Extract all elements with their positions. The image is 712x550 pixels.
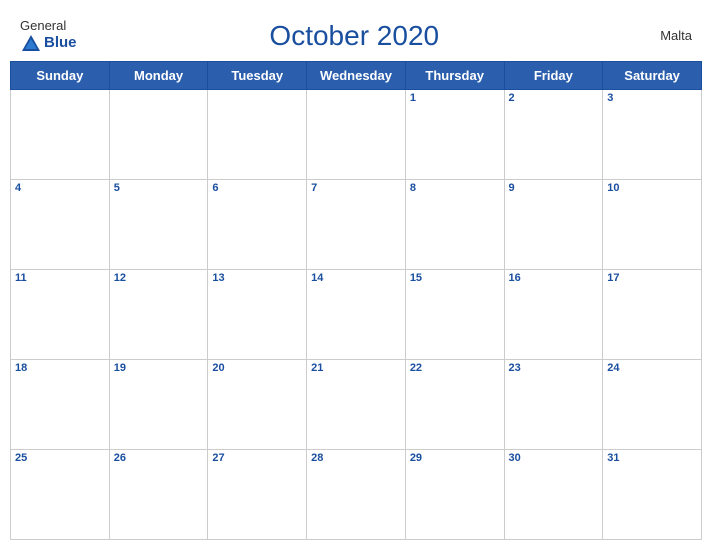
- calendar-cell: 26: [109, 450, 208, 540]
- calendar-cell: 13: [208, 270, 307, 360]
- calendar-cell: 19: [109, 360, 208, 450]
- calendar-cell: 12: [109, 270, 208, 360]
- header-saturday: Saturday: [603, 62, 702, 90]
- day-number: 12: [114, 272, 204, 284]
- calendar-cell: 10: [603, 180, 702, 270]
- calendar-cell: 4: [11, 180, 110, 270]
- day-number: 10: [607, 182, 697, 194]
- week-row-1: 123: [11, 90, 702, 180]
- day-number: 3: [607, 92, 697, 104]
- calendar-cell: 25: [11, 450, 110, 540]
- day-number: 7: [311, 182, 401, 194]
- day-number: 16: [509, 272, 599, 284]
- calendar-cell: 11: [11, 270, 110, 360]
- week-row-4: 18 19 20 21 22 23 24: [11, 360, 702, 450]
- day-number: 31: [607, 452, 697, 464]
- day-number: 18: [15, 362, 105, 374]
- calendar-cell: 28: [307, 450, 406, 540]
- day-number: 13: [212, 272, 302, 284]
- day-number: 11: [15, 272, 105, 284]
- day-number: 27: [212, 452, 302, 464]
- week-row-2: 456789 10: [11, 180, 702, 270]
- day-number: 21: [311, 362, 401, 374]
- header-friday: Friday: [504, 62, 603, 90]
- calendar-cell: 17: [603, 270, 702, 360]
- calendar-cell: 20: [208, 360, 307, 450]
- day-number: 8: [410, 182, 500, 194]
- day-number: 1: [410, 92, 500, 104]
- day-number: 4: [15, 182, 105, 194]
- header-monday: Monday: [109, 62, 208, 90]
- calendar-cell: 6: [208, 180, 307, 270]
- calendar-cell: 30: [504, 450, 603, 540]
- logo: General Blue: [20, 18, 77, 53]
- calendar-cell: 8: [405, 180, 504, 270]
- day-number: 30: [509, 452, 599, 464]
- calendar-cell: 23: [504, 360, 603, 450]
- calendar-cell: [208, 90, 307, 180]
- calendar-cell: 2: [504, 90, 603, 180]
- calendar-cell: [109, 90, 208, 180]
- week-row-5: 25 26 27 28 29 30 31: [11, 450, 702, 540]
- header-thursday: Thursday: [405, 62, 504, 90]
- header-wednesday: Wednesday: [307, 62, 406, 90]
- day-number: 29: [410, 452, 500, 464]
- day-number: 24: [607, 362, 697, 374]
- day-number: 5: [114, 182, 204, 194]
- country-label: Malta: [632, 28, 692, 43]
- weekday-header-row: Sunday Monday Tuesday Wednesday Thursday…: [11, 62, 702, 90]
- calendar-cell: 1: [405, 90, 504, 180]
- day-number: 9: [509, 182, 599, 194]
- logo-blue-text: Blue: [20, 33, 77, 53]
- day-number: 15: [410, 272, 500, 284]
- week-row-3: 11 12 13 14 15 16 17: [11, 270, 702, 360]
- day-number: 19: [114, 362, 204, 374]
- calendar-header: General Blue October 2020 Malta: [10, 10, 702, 57]
- calendar-cell: 14: [307, 270, 406, 360]
- calendar-cell: 22: [405, 360, 504, 450]
- calendar-cell: 7: [307, 180, 406, 270]
- calendar-cell: 24: [603, 360, 702, 450]
- calendar-table: Sunday Monday Tuesday Wednesday Thursday…: [10, 61, 702, 540]
- calendar-cell: 15: [405, 270, 504, 360]
- logo-general-text: General: [20, 18, 66, 33]
- calendar-cell: [307, 90, 406, 180]
- day-number: 22: [410, 362, 500, 374]
- header-tuesday: Tuesday: [208, 62, 307, 90]
- day-number: 17: [607, 272, 697, 284]
- day-number: 28: [311, 452, 401, 464]
- calendar-cell: 29: [405, 450, 504, 540]
- calendar-cell: 5: [109, 180, 208, 270]
- month-title: October 2020: [77, 20, 632, 52]
- day-number: 14: [311, 272, 401, 284]
- day-number: 2: [509, 92, 599, 104]
- logo-icon: [20, 33, 42, 53]
- calendar-cell: 9: [504, 180, 603, 270]
- day-number: 26: [114, 452, 204, 464]
- calendar-cell: 27: [208, 450, 307, 540]
- header-sunday: Sunday: [11, 62, 110, 90]
- day-number: 6: [212, 182, 302, 194]
- calendar-cell: 3: [603, 90, 702, 180]
- calendar-cell: 16: [504, 270, 603, 360]
- day-number: 23: [509, 362, 599, 374]
- calendar-cell: 18: [11, 360, 110, 450]
- day-number: 20: [212, 362, 302, 374]
- calendar-cell: [11, 90, 110, 180]
- calendar-cell: 31: [603, 450, 702, 540]
- day-number: 25: [15, 452, 105, 464]
- calendar-cell: 21: [307, 360, 406, 450]
